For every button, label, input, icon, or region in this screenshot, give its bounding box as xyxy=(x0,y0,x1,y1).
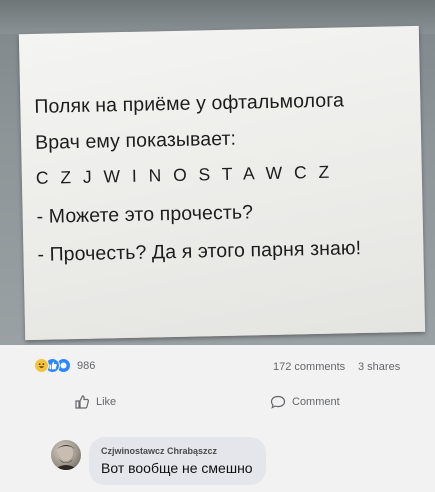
paper-line-4: - Прочесть? Да я этого парня знаю! xyxy=(37,237,362,266)
comment-bubble[interactable]: Czjwinostawcz Chrabąszcz Вот вообще не с… xyxy=(89,437,266,485)
paper-note: Поляк на приёме у офтальмолога Врач ему … xyxy=(18,25,426,341)
reaction-summary[interactable]: 986 xyxy=(34,358,95,373)
avatar[interactable] xyxy=(51,440,81,470)
paper-line-code: C Z J W I N O S T A W C Z xyxy=(35,161,333,188)
paper-line-3: - Можете это прочесть? xyxy=(36,201,254,228)
paper-line-2: Врач ему показывает: xyxy=(34,127,237,154)
comment-label: Comment xyxy=(292,396,340,408)
haha-icon xyxy=(34,358,49,373)
post-stats: 986 172 comments 3 shares xyxy=(0,354,435,380)
comment-button[interactable]: Comment xyxy=(270,394,340,410)
comment-item: Czjwinostawcz Chrabąszcz Вот вообще не с… xyxy=(0,436,435,492)
comment-icon xyxy=(270,395,286,409)
like-label: Like xyxy=(96,396,117,408)
avatar-portrait-icon xyxy=(54,445,78,470)
reaction-count: 986 xyxy=(77,359,96,372)
post-image[interactable]: Поляк на приёме у офтальмолога Врач ему … xyxy=(0,0,435,345)
post-actions: Like Comment xyxy=(0,392,435,418)
comment-author[interactable]: Czjwinostawcz Chrabąszcz xyxy=(101,446,217,456)
comments-count[interactable]: 172 comments xyxy=(273,361,345,373)
shares-count[interactable]: 3 shares xyxy=(358,361,400,373)
paper-line-1: Поляк на приёме у офтальмолога xyxy=(34,89,345,118)
comment-text: Вот вообще не смешно xyxy=(101,460,253,476)
like-button[interactable]: Like xyxy=(74,394,116,410)
thumbs-up-icon xyxy=(75,395,89,409)
